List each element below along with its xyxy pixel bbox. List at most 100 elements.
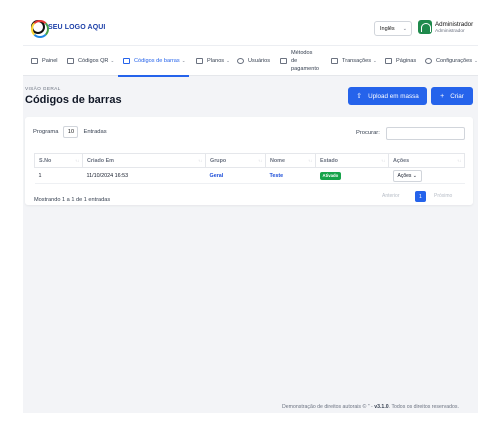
chevron-down-icon: ⌄ (412, 172, 417, 179)
create-button[interactable]: + Criar (431, 87, 473, 105)
chevron-down-icon: ⌄ (226, 58, 230, 63)
nav-label: Painel (42, 58, 58, 64)
length-suffix: Entradas (83, 129, 107, 135)
sort-icon: ↑↓ (198, 158, 202, 163)
row-actions-label: Ações (397, 172, 412, 179)
length-prefix: Programa (33, 129, 59, 135)
nav-item-payment-methods[interactable]: Métodos de pagamento (280, 46, 319, 76)
create-label: Criar (450, 92, 464, 100)
table-row: 1 11/10/2024 16:53 Geral Teste Ativado A… (34, 167, 465, 184)
nav-label: Usuários (248, 58, 271, 64)
footer-dash: - (371, 404, 373, 410)
brand-logo[interactable]: SEU LOGO AQUI (30, 19, 106, 38)
bulk-upload-label: Upload em massa (368, 92, 419, 100)
nav-label: Páginas (396, 58, 417, 64)
top-bar: SEU LOGO AQUI Inglês ⌄ Administrador Adm… (23, 11, 478, 45)
pages-icon (385, 58, 392, 64)
settings-icon (425, 58, 432, 64)
nav-label: Códigos QR (78, 58, 109, 64)
avatar[interactable] (418, 20, 432, 34)
nav-item-configuracoes[interactable]: Configurações ⌄ (425, 46, 478, 76)
upload-icon: ⇧ (356, 93, 363, 100)
page-title: Códigos de barras (25, 94, 122, 106)
chevron-down-icon: ⌄ (402, 25, 407, 32)
sort-icon: ↑↓ (258, 158, 262, 163)
search-label: Procurar: (356, 130, 380, 136)
nav-item-painel[interactable]: Painel (31, 46, 58, 76)
pagination-previous[interactable]: Anterior (382, 193, 400, 199)
language-value: Inglês (380, 25, 395, 32)
cell-actions: Ações ⌄ (388, 167, 465, 184)
nav-item-planos[interactable]: Planos ⌄ (196, 46, 230, 76)
nav-label: Métodos de pagamento (291, 49, 319, 73)
chevron-down-icon: ⌄ (373, 58, 377, 63)
cell-sno: 1 (34, 167, 83, 184)
nav-label-line: Métodos (291, 50, 313, 56)
column-header-name[interactable]: Nome ↑↓ (265, 153, 316, 168)
table-header-row: S.No ↑↓ Criado Em ↑↓ Grupo ↑↓ Nome ↑↓ Estado… (34, 153, 465, 168)
logo-ring-icon (30, 19, 49, 38)
page-kicker: VISÃO GERAL (25, 87, 61, 92)
status-badge: Ativado (319, 171, 342, 180)
transactions-icon (331, 58, 338, 64)
users-icon (237, 58, 244, 64)
column-header-status[interactable]: Estado ↑↓ (315, 153, 389, 168)
column-label: S.No (39, 157, 52, 164)
column-label: Nome (270, 157, 285, 164)
chevron-down-icon: ⌄ (181, 58, 186, 63)
nav-item-barcodes[interactable]: Códigos de barras ⌄ (123, 46, 186, 76)
nav-item-usuarios[interactable]: Usuários (237, 46, 270, 76)
nav-label-line: pagamento (291, 66, 319, 72)
search-input[interactable] (386, 127, 465, 140)
footer-suffix: . Todos os direitos reservados. (388, 404, 459, 410)
column-header-group[interactable]: Grupo ↑↓ (205, 153, 266, 168)
main-nav: Painel Códigos QR ⌄ Códigos de barras ⌄ … (23, 45, 478, 77)
nav-item-paginas[interactable]: Páginas (385, 46, 416, 76)
payment-icon (280, 58, 287, 64)
column-label: Estado (320, 157, 338, 164)
footer-prefix: Demonstração de direitos autorais © (282, 404, 367, 410)
cell-name[interactable]: Teste (265, 167, 316, 184)
user-role: Administrador (435, 29, 465, 34)
column-header-created[interactable]: Criado Em ↑↓ (82, 153, 206, 168)
sort-icon: ↑↓ (381, 158, 385, 163)
active-tab-indicator (118, 75, 189, 77)
sort-icon: ↑↓ (457, 158, 461, 163)
column-header-actions[interactable]: Ações ↑↓ (388, 153, 465, 168)
sort-icon: ↑↓ (75, 158, 79, 163)
nav-label: Configurações (436, 58, 473, 64)
nav-label: Transações (342, 58, 372, 64)
pagination-current-page[interactable]: 1 (415, 191, 426, 202)
column-label: Criado Em (87, 157, 114, 164)
footer-quote: " (367, 404, 370, 410)
nav-item-transacoes[interactable]: Transações ⌄ (331, 46, 377, 76)
language-select[interactable]: Inglês ⌄ (374, 21, 412, 36)
barcodes-card: Programa 10 Entradas Procurar: S.No ↑↓ Cr… (25, 117, 473, 205)
table-info: Mostrando 1 a 1 de 1 entradas (34, 197, 111, 203)
pagination-next[interactable]: Próximo (434, 193, 452, 199)
qr-code-icon (67, 58, 74, 64)
footer-copyright: Demonstração de direitos autorais © " - … (282, 404, 459, 410)
app-frame: SEU LOGO AQUI Inglês ⌄ Administrador Adm… (23, 11, 478, 413)
logo-text: SEU LOGO AQUI (48, 23, 106, 31)
user-name[interactable]: Administrador (435, 21, 473, 28)
footer-version: v3.1.0 (374, 404, 389, 410)
chevron-down-icon: ⌄ (110, 58, 115, 63)
plus-icon: + (440, 92, 445, 100)
chevron-down-icon: ⌄ (474, 58, 478, 63)
bulk-upload-button[interactable]: ⇧ Upload em massa (348, 87, 427, 105)
sort-icon: ↑↓ (308, 158, 312, 163)
nav-label-line: de (291, 58, 298, 64)
plans-icon (196, 58, 203, 64)
nav-item-qr-codes[interactable]: Códigos QR ⌄ (67, 46, 114, 76)
row-actions-button[interactable]: Ações ⌄ (392, 169, 422, 182)
cell-created: 11/10/2024 16:53 (82, 167, 206, 184)
page-length-select[interactable]: 10 (63, 126, 79, 138)
column-label: Grupo (210, 157, 227, 164)
cell-group[interactable]: Geral (205, 167, 266, 184)
home-icon (31, 58, 38, 64)
column-header-sno[interactable]: S.No ↑↓ (34, 153, 83, 168)
barcodes-table: S.No ↑↓ Criado Em ↑↓ Grupo ↑↓ Nome ↑↓ Estado… (34, 153, 465, 184)
barcode-icon (123, 58, 130, 64)
nav-label: Códigos de barras (134, 58, 180, 64)
